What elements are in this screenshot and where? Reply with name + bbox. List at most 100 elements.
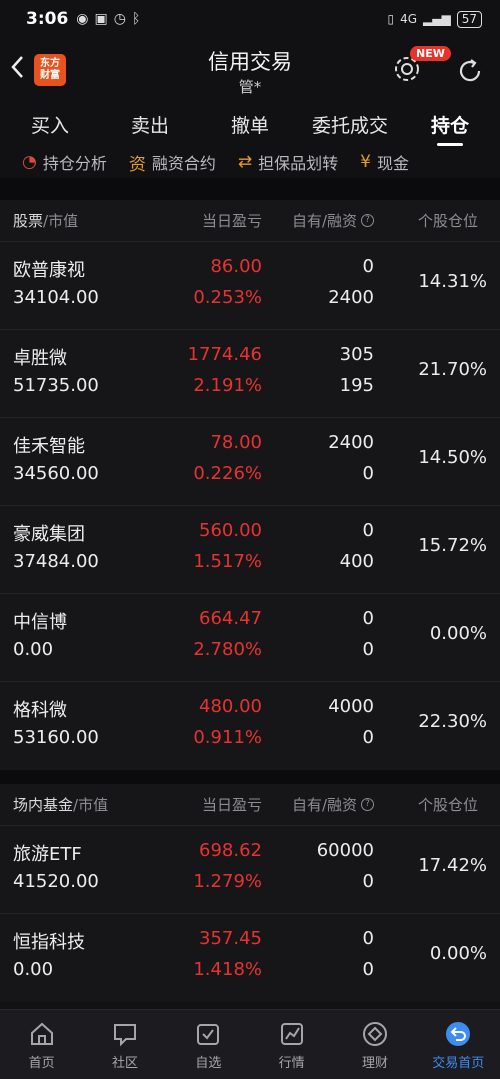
- col-own-fin-header[interactable]: 自有/融资?: [292, 794, 374, 815]
- trade-tabs: 买入 卖出 撤单 委托成交 持仓: [0, 104, 500, 148]
- signal-bars-icon: ▂▄▆: [423, 12, 451, 26]
- table-row[interactable]: 欧普康视 34104.00 86.00 0.253% 0 2400 14.31%: [0, 242, 500, 330]
- daily-pl: 78.00: [210, 432, 262, 453]
- account-name: 管*: [238, 78, 262, 96]
- transfer-icon: ⇄: [237, 152, 253, 172]
- contract-icon: 资: [128, 154, 146, 175]
- position-ratio: 14.31%: [418, 271, 487, 292]
- eye-icon: ◉: [76, 11, 89, 27]
- help-icon: ?: [361, 798, 374, 811]
- financed-shares: 0: [362, 727, 374, 748]
- chart-icon: [280, 1023, 303, 1045]
- daily-pl: 1774.46: [187, 344, 262, 365]
- nav-trade-home-label: 交易首页: [432, 1056, 485, 1071]
- nav-home[interactable]: 首页: [0, 1010, 83, 1079]
- position-ratio: 0.00%: [429, 623, 487, 644]
- col-fund-header: 场内基金/市值: [13, 796, 109, 814]
- col-pl-header: 当日盈亏: [201, 212, 262, 230]
- own-shares: 305: [339, 344, 374, 365]
- tab-orders[interactable]: 委托成交: [300, 104, 400, 148]
- nav-market[interactable]: 行情: [250, 1010, 333, 1079]
- clock-icon: ◷: [113, 11, 126, 27]
- daily-pl: 698.62: [199, 840, 262, 861]
- fund-name: 恒指科技: [13, 932, 85, 953]
- daily-pl-pct: 0.911%: [193, 727, 262, 748]
- stock-name: 格科微: [13, 700, 67, 721]
- financed-shares: 400: [339, 551, 374, 572]
- col-stock-header: 股票/市值: [13, 212, 79, 230]
- col-own-fin-header[interactable]: 自有/融资?: [292, 210, 374, 231]
- tab-buy[interactable]: 买入: [0, 104, 100, 148]
- status-bar: 3:06 ◉ ▣ ◷ ᛒ ▯ 4G ▂▄▆ 57: [0, 0, 500, 38]
- position-ratio: 17.42%: [418, 855, 487, 876]
- stock-list-header: 股票/市值 当日盈亏 自有/融资? 个股仓位: [0, 200, 500, 242]
- table-row[interactable]: 格科微 53160.00 480.00 0.911% 4000 0 22.30%: [0, 682, 500, 770]
- daily-pl-pct: 1.517%: [193, 551, 262, 572]
- divider: [0, 178, 500, 200]
- back-icon[interactable]: [8, 52, 32, 82]
- brand-logo: 东方 财富: [34, 54, 66, 86]
- battery-icon: 57: [456, 10, 482, 28]
- refresh-icon[interactable]: [455, 56, 485, 86]
- position-ratio: 15.72%: [418, 535, 487, 556]
- daily-pl: 86.00: [210, 256, 262, 277]
- table-row[interactable]: 佳禾智能 34560.00 78.00 0.226% 2400 0 14.50%: [0, 418, 500, 506]
- position-ratio: 21.70%: [418, 359, 487, 380]
- stock-name: 豪威集团: [13, 524, 85, 545]
- table-row[interactable]: 恒指科技 0.00 357.45 1.418% 0 0 0.00%: [0, 914, 500, 1002]
- cash-label: 现金: [376, 154, 409, 173]
- table-row[interactable]: 旅游ETF 41520.00 698.62 1.279% 60000 0 17.…: [0, 826, 500, 914]
- new-badge: NEW: [410, 46, 451, 61]
- tab-sell[interactable]: 卖出: [100, 104, 200, 148]
- own-shares: 0: [362, 520, 374, 541]
- nav-community[interactable]: 社区: [83, 1010, 166, 1079]
- status-icons: ◉ ▣ ◷ ᛒ: [76, 11, 140, 27]
- nav-watchlist[interactable]: 自选: [167, 1010, 250, 1079]
- header: 东方 财富 信用交易 管* NEW: [0, 38, 500, 104]
- home-icon: [30, 1022, 53, 1045]
- tab-cancel[interactable]: 撤单: [200, 104, 300, 148]
- own-shares: 2400: [328, 432, 374, 453]
- pie-chart-icon: ◔: [22, 152, 37, 172]
- financed-shares: 2400: [328, 287, 374, 308]
- table-row[interactable]: 豪威集团 37484.00 560.00 1.517% 0 400 15.72%: [0, 506, 500, 594]
- table-row[interactable]: 中信博 0.00 664.47 2.780% 0 0 0.00%: [0, 594, 500, 682]
- daily-pl-pct: 0.226%: [193, 463, 262, 484]
- daily-pl: 480.00: [199, 696, 262, 717]
- collateral-transfer-button[interactable]: ⇄ 担保品划转: [238, 150, 338, 174]
- collateral-transfer-label: 担保品划转: [258, 154, 339, 173]
- fund-name: 旅游ETF: [13, 844, 82, 865]
- financing-contract-button[interactable]: 资 融资合约: [129, 150, 216, 175]
- market-value: 0.00: [13, 959, 54, 980]
- financed-shares: 195: [339, 375, 374, 396]
- own-shares: 0: [362, 256, 374, 277]
- daily-pl-pct: 0.253%: [193, 287, 262, 308]
- table-row[interactable]: 卓胜微 51735.00 1774.46 2.191% 305 195 21.7…: [0, 330, 500, 418]
- nav-wealth-label: 理财: [361, 1056, 388, 1071]
- bottom-nav: 首页 社区 自选 行情 理财 交易首页: [0, 1009, 500, 1079]
- return-icon: [446, 1022, 471, 1046]
- daily-pl: 664.47: [199, 608, 262, 629]
- own-shares: 0: [362, 928, 374, 949]
- market-value: 34560.00: [13, 463, 99, 484]
- cash-button[interactable]: ¥ 现金: [360, 150, 409, 174]
- stock-name: 中信博: [13, 612, 67, 633]
- own-shares: 0: [362, 608, 374, 629]
- stock-positions-list: 股票/市值 当日盈亏 自有/融资? 个股仓位 欧普康视 34104.00 86.…: [0, 200, 500, 770]
- nav-trade-home[interactable]: 交易首页: [417, 1010, 500, 1079]
- financing-contract-label: 融资合约: [151, 154, 216, 173]
- stock-name: 欧普康视: [13, 260, 85, 281]
- position-analysis-button[interactable]: ◔ 持仓分析: [22, 150, 107, 174]
- own-shares: 4000: [328, 696, 374, 717]
- bluetooth-icon: ᛒ: [131, 11, 141, 27]
- market-value: 0.00: [13, 639, 54, 660]
- fund-list-header: 场内基金/市值 当日盈亏 自有/融资? 个股仓位: [0, 784, 500, 826]
- fund-positions-list: 场内基金/市值 当日盈亏 自有/融资? 个股仓位 旅游ETF 41520.00 …: [0, 784, 500, 1002]
- market-value: 51735.00: [13, 375, 99, 396]
- nav-wealth[interactable]: 理财: [333, 1010, 416, 1079]
- own-shares: 60000: [316, 840, 374, 861]
- daily-pl-pct: 1.279%: [193, 871, 262, 892]
- status-time: 3:06: [26, 9, 69, 29]
- tab-positions[interactable]: 持仓: [400, 104, 500, 148]
- cash-icon: ¥: [360, 152, 371, 172]
